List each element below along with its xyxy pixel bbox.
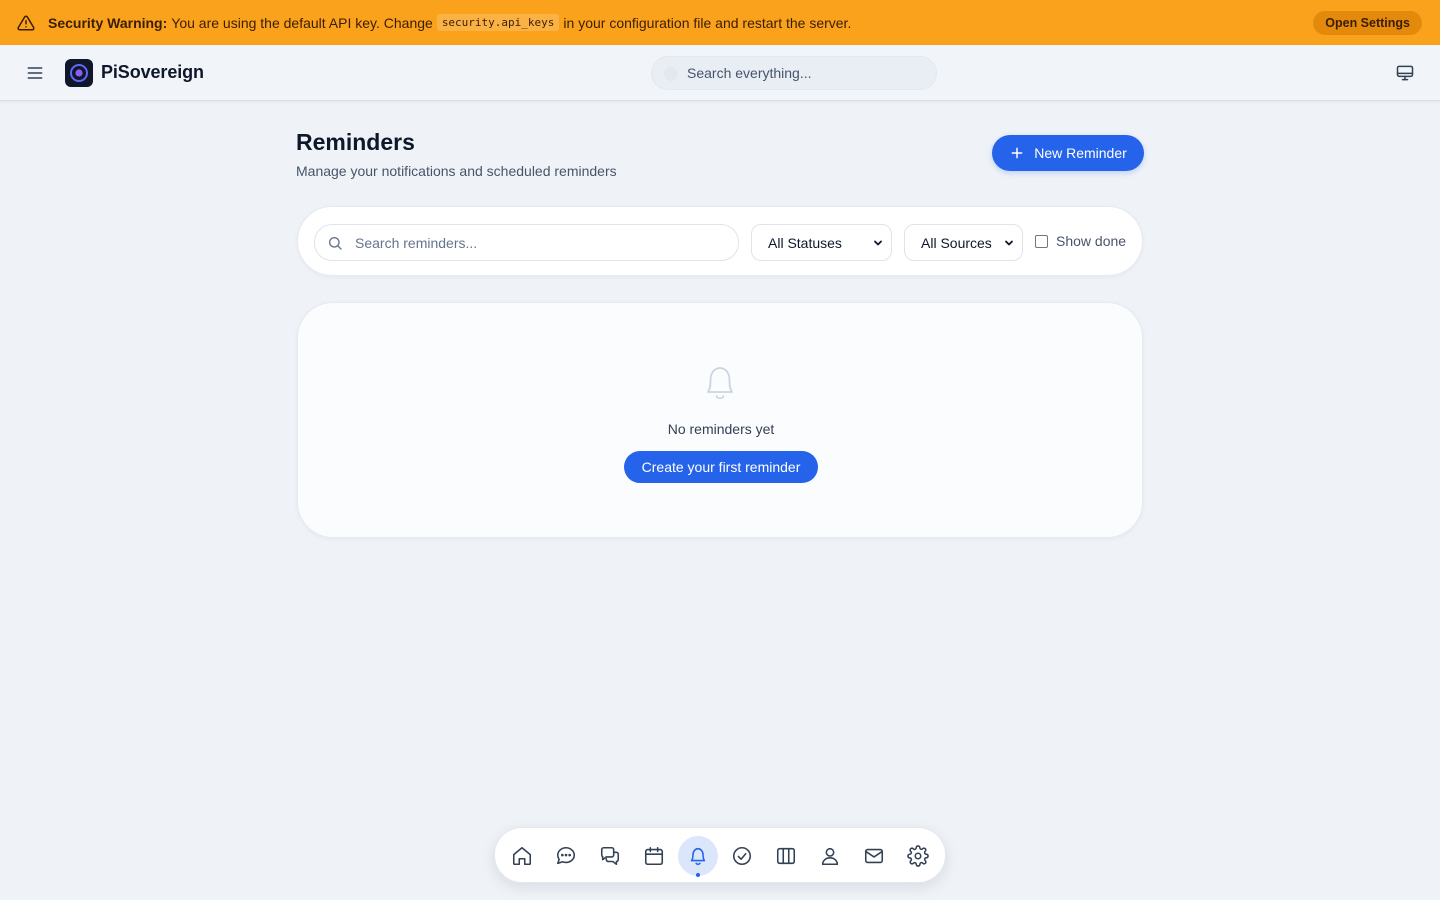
search-icon xyxy=(664,67,678,81)
app-logo[interactable] xyxy=(65,59,93,87)
columns-icon xyxy=(776,847,796,865)
dock-calendar[interactable] xyxy=(634,836,674,876)
chevron-down-icon xyxy=(1005,240,1013,246)
monitor-icon[interactable] xyxy=(1395,63,1415,83)
warning-title: Security Warning: xyxy=(48,14,168,31)
warning-text-after: in your configuration file and restart t… xyxy=(563,14,852,31)
source-filter-value: All Sources xyxy=(921,234,992,251)
calendar-icon xyxy=(644,846,664,866)
brand-name[interactable]: PiSovereign xyxy=(101,62,204,83)
bell-icon xyxy=(707,367,733,400)
global-search-input[interactable]: Search everything... xyxy=(651,56,937,90)
show-done-label: Show done xyxy=(1056,233,1127,249)
status-filter-value: All Statuses xyxy=(768,234,842,251)
dock-tasks[interactable] xyxy=(722,836,762,876)
security-warning-banner: Security Warning: You are using the defa… xyxy=(0,0,1440,45)
page-subtitle: Manage your notifications and scheduled … xyxy=(296,163,617,179)
plus-icon xyxy=(1011,147,1023,159)
status-filter-select[interactable]: All Statuses xyxy=(751,224,892,261)
dock-contacts[interactable] xyxy=(810,836,850,876)
chevron-down-icon xyxy=(874,240,882,246)
chat-icon xyxy=(556,846,576,865)
new-reminder-button[interactable]: New Reminder xyxy=(992,135,1144,171)
empty-state-card: No reminders yet Create your first remin… xyxy=(297,302,1143,538)
hamburger-menu-icon[interactable] xyxy=(24,62,46,84)
warning-config-key: security.api_keys xyxy=(436,14,560,31)
page-title: Reminders xyxy=(296,129,415,155)
global-search-placeholder: Search everything... xyxy=(687,65,812,81)
dock-conversations[interactable] xyxy=(590,836,630,876)
home-icon xyxy=(512,846,532,866)
empty-message: No reminders yet xyxy=(667,421,775,437)
open-settings-button[interactable]: Open Settings xyxy=(1313,10,1422,35)
dock-settings[interactable] xyxy=(898,836,938,876)
bottom-dock-nav xyxy=(494,827,946,883)
show-done-toggle[interactable]: Show done xyxy=(1035,233,1126,249)
filter-bar: All Statuses All Sources Show done xyxy=(297,206,1143,276)
check-circle-icon xyxy=(732,846,752,866)
dock-home[interactable] xyxy=(502,836,542,876)
dock-mail[interactable] xyxy=(854,836,894,876)
warning-text-before: You are using the default API key. Chang… xyxy=(171,14,433,31)
search-icon xyxy=(329,237,342,250)
app-header: PiSovereign Search everything... xyxy=(0,45,1440,101)
reminder-search-field[interactable] xyxy=(314,224,739,261)
create-first-reminder-button[interactable]: Create your first reminder xyxy=(624,451,818,483)
gear-icon xyxy=(907,845,929,867)
mail-icon xyxy=(864,848,884,864)
show-done-checkbox[interactable] xyxy=(1035,234,1048,248)
dock-chat[interactable] xyxy=(546,836,586,876)
dock-reminders[interactable] xyxy=(678,836,718,877)
new-reminder-label: New Reminder xyxy=(1034,145,1127,161)
source-filter-select[interactable]: All Sources xyxy=(904,224,1023,261)
bell-icon xyxy=(690,847,706,866)
conversations-icon xyxy=(600,846,620,866)
user-icon xyxy=(821,847,839,866)
dock-board[interactable] xyxy=(766,836,806,876)
reminder-search-input[interactable] xyxy=(355,225,725,260)
warning-triangle-icon xyxy=(17,14,35,32)
active-indicator xyxy=(696,873,700,877)
